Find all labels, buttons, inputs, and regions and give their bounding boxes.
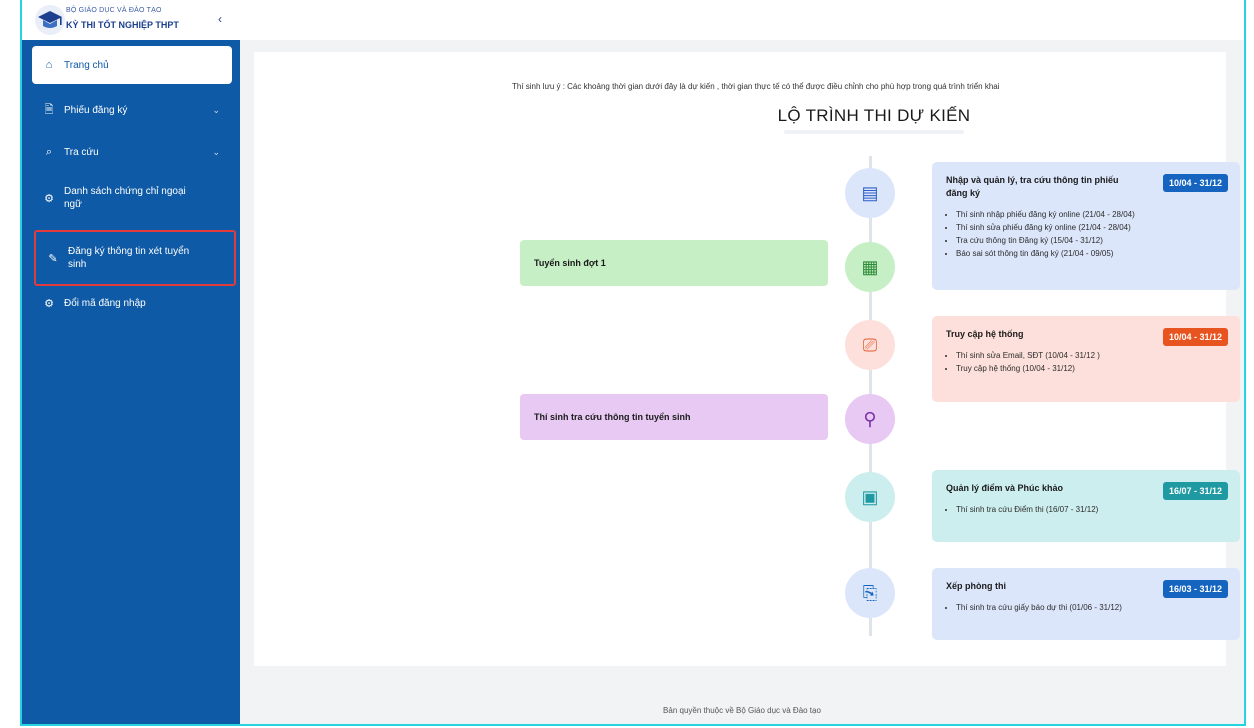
label-line-2: ngữ (64, 199, 82, 210)
chevron-left-icon: ‹ (218, 12, 222, 26)
sidebar-item-label: Danh sách chứng chỉ ngoại ngữ (64, 185, 186, 211)
brand-exam-name: KỲ THI TỐT NGHIỆP THPT (66, 20, 179, 30)
file-edit-icon: ⎘ (845, 568, 895, 618)
card-item-list: Thí sinh sửa Email, SĐT (10/04 - 31/12 )… (946, 349, 1226, 375)
date-badge: 10/04 - 31/12 (1162, 174, 1228, 192)
chevron-down-icon: ⌄ (212, 146, 220, 157)
card-title: Nhập và quản lý, tra cứu thông tin phiếu… (946, 175, 1119, 198)
gear-icon: ⚙ (44, 192, 54, 205)
top-header: BỘ GIÁO DỤC VÀ ĐÀO TẠO KỲ THI TỐT NGHIỆP… (22, 0, 1244, 40)
sidebar-item-language-certificates[interactable]: ⚙ Danh sách chứng chỉ ngoại ngữ (32, 178, 232, 218)
search-icon: ⌕ (45, 145, 53, 158)
gear-icon: ⚙ (44, 297, 54, 310)
list-item: Báo sai sót thông tin đăng ký (21/04 - 0… (956, 247, 1226, 260)
sidebar: ⌂ Trang chủ 🗎 Phiếu đăng ký ⌄ ⌕ Tra cứu … (22, 40, 240, 724)
timeline-card: Truy cập hệ thống 10/04 - 31/12 Thí sinh… (932, 316, 1240, 402)
sidebar-item-label: Đăng ký thông tin xét tuyển sinh (68, 245, 189, 271)
timeline-left-box: Thí sinh tra cứu thông tin tuyển sinh (520, 394, 828, 440)
label-line-1: Danh sách chứng chỉ ngoại (64, 186, 186, 197)
graduation-cap-logo-icon (35, 5, 65, 35)
timeline-notice: Thí sinh lưu ý : Các khoảng thời gian dư… (512, 82, 1000, 91)
sidebar-item-home[interactable]: ⌂ Trang chủ (32, 46, 232, 84)
sidebar-item-change-password[interactable]: ⚙ Đổi mã đăng nhập (32, 286, 232, 320)
sidebar-item-registration-form[interactable]: 🗎 Phiếu đăng ký ⌄ (32, 92, 232, 128)
card-title: Quản lý điểm và Phúc khảo (946, 483, 1064, 493)
card-title: Xếp phòng thi (946, 581, 1006, 591)
date-badge: 10/04 - 31/12 (1162, 328, 1228, 346)
monitor-user-icon: ⎚ (845, 320, 895, 370)
sidebar-item-label: Phiếu đăng ký (64, 104, 128, 116)
chevron-down-icon: ⌄ (212, 104, 220, 115)
brand-ministry-name: BỘ GIÁO DỤC VÀ ĐÀO TẠO (66, 7, 162, 14)
list-document-icon: ▤ (845, 168, 895, 218)
left-box-label: Tuyển sinh đợt 1 (534, 258, 606, 268)
sidebar-item-label: Trang chủ (64, 59, 109, 71)
calendar-check-icon: ▦ (845, 242, 895, 292)
app-frame: BỘ GIÁO DỤC VÀ ĐÀO TẠO KỲ THI TỐT NGHIỆP… (20, 0, 1246, 726)
card-title: Truy cập hệ thống (946, 329, 1024, 339)
timeline-card: Quản lý điểm và Phúc khảo 16/07 - 31/12 … (932, 470, 1240, 542)
list-item: Truy cập hệ thống (10/04 - 31/12) (956, 362, 1226, 375)
page-title: LỘ TRÌNH THI DỰ KIẾN (777, 106, 971, 125)
sidebar-item-lookup[interactable]: ⌕ Tra cứu ⌄ (32, 134, 232, 170)
edit-icon: ✎ (48, 252, 58, 265)
magnifier-icon: ⚲ (845, 394, 895, 444)
list-item: Thí sinh tra cứu Điểm thi (16/07 - 31/12… (956, 503, 1226, 516)
list-item: Thí sinh nhập phiếu đăng ký online (21/0… (956, 208, 1226, 221)
card-item-list: Thí sinh tra cứu Điểm thi (16/07 - 31/12… (946, 503, 1226, 516)
sidebar-item-label: Đổi mã đăng nhập (64, 297, 146, 309)
sidebar-collapse-button[interactable]: ‹ (218, 12, 222, 26)
date-badge: 16/03 - 31/12 (1162, 580, 1228, 598)
main-content: Thí sinh lưu ý : Các khoảng thời gian dư… (254, 52, 1240, 666)
list-item: Thí sinh sửa Email, SĐT (10/04 - 31/12 ) (956, 349, 1226, 362)
card-item-list: Thí sinh nhập phiếu đăng ký online (21/0… (946, 208, 1226, 260)
document-icon: 🗎 (44, 103, 54, 116)
date-badge: 16/07 - 31/12 (1162, 482, 1228, 500)
home-icon: ⌂ (45, 59, 53, 71)
sidebar-item-admission-registration[interactable]: ✎ Đăng ký thông tin xét tuyển sinh (34, 230, 236, 286)
card-item-list: Thí sinh tra cứu giấy báo dự thi (01/06 … (946, 601, 1226, 614)
label-line-1: Đăng ký thông tin xét tuyển (68, 246, 190, 257)
clipboard-icon: ▣ (845, 472, 895, 522)
list-item: Thí sinh tra cứu giấy báo dự thi (01/06 … (956, 601, 1226, 614)
timeline-left-box: Tuyển sinh đợt 1 (520, 240, 828, 286)
title-underline (784, 130, 964, 134)
list-item: Thí sinh sửa phiếu đăng ký online (21/04… (956, 221, 1226, 234)
left-box-label: Thí sinh tra cứu thông tin tuyển sinh (534, 412, 691, 422)
label-line-2: sinh (68, 259, 87, 270)
timeline-card: Nhập và quản lý, tra cứu thông tin phiếu… (932, 162, 1240, 290)
sidebar-item-label: Tra cứu (64, 146, 99, 158)
list-item: Tra cứu thông tin Đăng ký (15/04 - 31/12… (956, 234, 1226, 247)
timeline-card: Xếp phòng thi 16/03 - 31/12 Thí sinh tra… (932, 568, 1240, 640)
footer-copyright: Bản quyền thuộc về Bộ Giáo dục và Đào tạ… (663, 706, 821, 715)
